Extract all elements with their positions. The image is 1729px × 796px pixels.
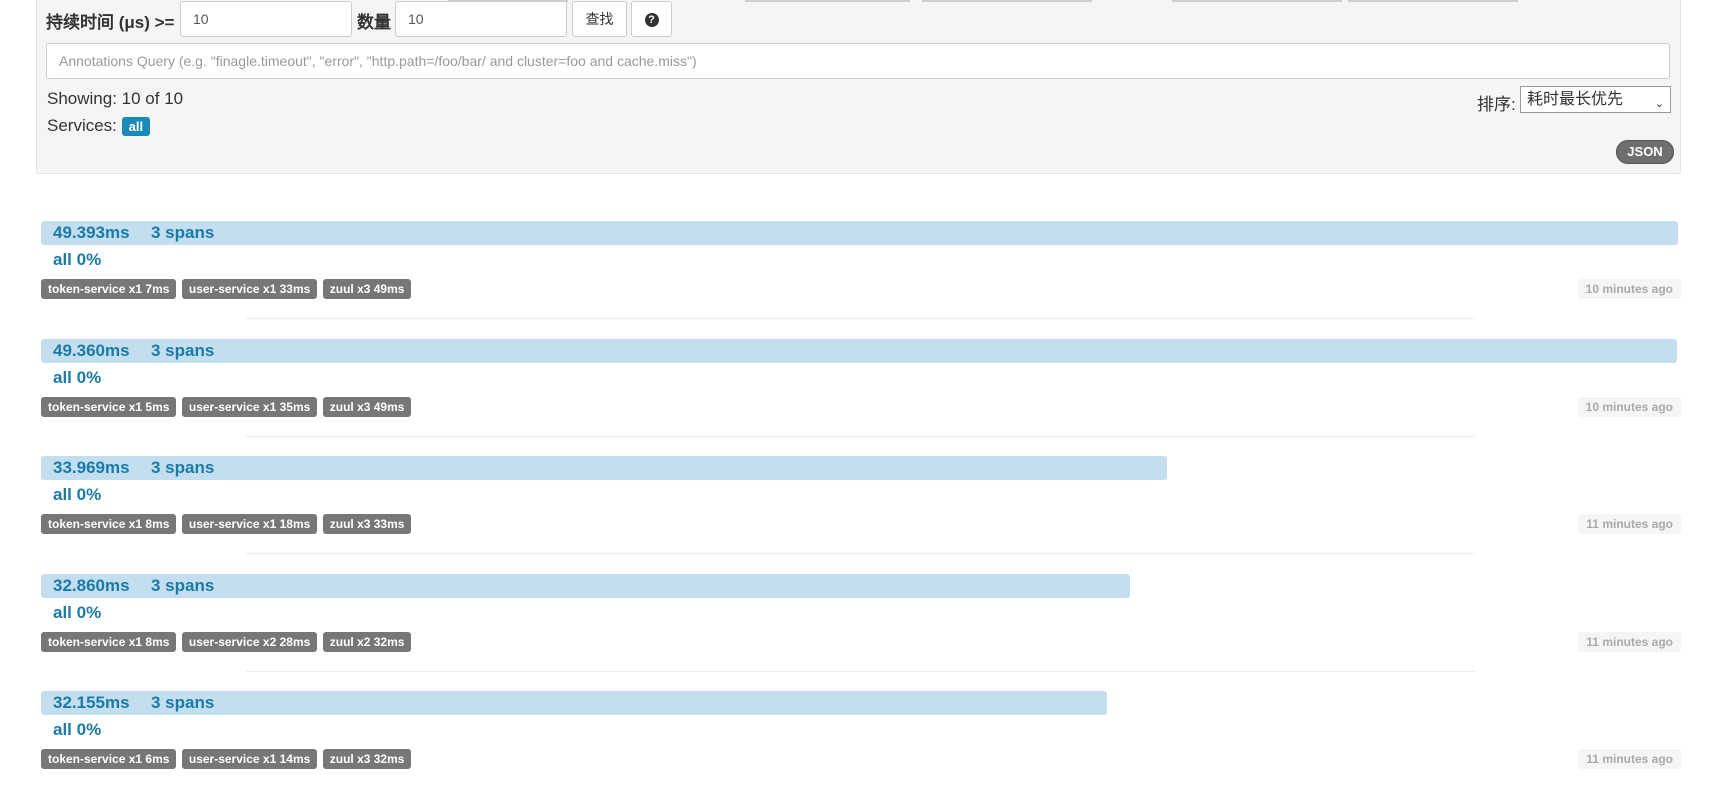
trace-timestamp: 11 minutes ago: [1578, 632, 1681, 652]
trace-service-percentage: all 0%: [53, 368, 102, 387]
trace-duration: 49.360ms: [53, 341, 130, 360]
trace-timestamp: 11 minutes ago: [1578, 749, 1681, 769]
duration-label: 持续时间 (μs) >=: [46, 13, 175, 32]
trace-service-percentage: all 0%: [53, 485, 102, 504]
sort-selected-value: 耗时最长优先: [1527, 91, 1624, 108]
service-duration-badge: user-service x1 33ms: [181, 279, 318, 299]
duration-input[interactable]: 10: [180, 1, 352, 37]
service-duration-badge: token-service x1 5ms: [41, 397, 177, 417]
clipped-control: [922, 0, 1092, 2]
duration-bar: [41, 221, 1678, 245]
trace-service-percentage: all 0%: [53, 720, 102, 739]
service-duration-badge: zuul x3 33ms: [322, 514, 412, 534]
service-badges: token-service x1 5ms user-service x1 35m…: [41, 397, 412, 417]
trace-duration: 33.969ms: [53, 458, 130, 477]
trace-service-percentage: all 0%: [53, 250, 102, 269]
clipped-control: [1348, 0, 1518, 2]
service-duration-badge: user-service x1 35ms: [181, 397, 318, 417]
service-duration-badge: token-service x1 8ms: [41, 632, 177, 652]
trace-timestamp: 11 minutes ago: [1578, 514, 1681, 534]
trace-timestamp: 10 minutes ago: [1577, 279, 1681, 299]
trace-row[interactable]: 33.969ms 3 spans all 0% token-service x1 8m…: [41, 456, 1681, 561]
annotations-query-input[interactable]: [46, 43, 1670, 79]
trace-row[interactable]: 49.360ms 3 spans all 0% token-service x1 5m…: [41, 339, 1681, 444]
help-button[interactable]: ?: [631, 1, 672, 37]
duration-bar: [41, 339, 1677, 363]
service-duration-badge: token-service x1 7ms: [41, 279, 177, 299]
clipped-control: [745, 0, 910, 2]
service-badges: token-service x1 8ms user-service x1 18m…: [41, 514, 412, 534]
row-divider: [246, 553, 1476, 554]
trace-timestamp: 10 minutes ago: [1577, 397, 1681, 417]
service-badges: token-service x1 8ms user-service x2 28m…: [41, 632, 412, 652]
service-duration-badge: zuul x2 32ms: [322, 632, 412, 652]
clipped-control: [1172, 0, 1342, 2]
chevron-down-icon: ⌄: [1654, 98, 1664, 110]
trace-span-count: 3 spans: [151, 458, 215, 477]
trace-row[interactable]: 32.155ms 3 spans all 0% token-service x1 6m…: [41, 691, 1681, 796]
service-duration-badge: zuul x3 32ms: [322, 749, 412, 769]
services-label: Services:: [47, 116, 117, 135]
trace-span-count: 3 spans: [151, 223, 215, 242]
service-duration-badge: zuul x3 49ms: [322, 279, 412, 299]
find-button[interactable]: 查找: [572, 1, 627, 37]
trace-row[interactable]: 49.393ms 3 spans all 0% token-service x1 7m…: [41, 221, 1681, 326]
service-badges: token-service x1 7ms user-service x1 33m…: [41, 279, 412, 299]
question-circle-icon: ?: [644, 13, 659, 28]
row-divider: [246, 436, 1476, 437]
trace-duration: 32.860ms: [53, 576, 130, 595]
service-duration-badge: user-service x1 18ms: [181, 514, 318, 534]
row-divider: [246, 671, 1476, 672]
service-duration-badge: zuul x3 49ms: [322, 397, 412, 417]
json-button[interactable]: JSON: [1616, 140, 1674, 164]
service-duration-badge: user-service x2 28ms: [181, 632, 318, 652]
service-duration-badge: token-service x1 8ms: [41, 514, 177, 534]
trace-duration: 49.393ms: [53, 223, 130, 242]
service-duration-badge: user-service x1 14ms: [181, 749, 318, 769]
sort-label: 排序:: [1477, 95, 1516, 114]
row-divider: [246, 318, 1476, 319]
trace-span-count: 3 spans: [151, 693, 215, 712]
limit-input[interactable]: 10: [395, 1, 567, 37]
trace-duration: 32.155ms: [53, 693, 130, 712]
service-badges: token-service x1 6ms user-service x1 14m…: [41, 749, 412, 769]
services-filter: Services: all: [47, 116, 151, 137]
trace-span-count: 3 spans: [151, 341, 215, 360]
showing-count: Showing: 10 of 10: [47, 89, 184, 108]
limit-label: 数量: [357, 13, 391, 32]
trace-span-count: 3 spans: [151, 576, 215, 595]
trace-row[interactable]: 32.860ms 3 spans all 0% token-service x1 8m…: [41, 574, 1681, 679]
sort-select[interactable]: 耗时最长优先 ⌄: [1520, 86, 1671, 113]
trace-service-percentage: all 0%: [53, 603, 102, 622]
service-badge-all[interactable]: all: [121, 117, 151, 137]
service-duration-badge: token-service x1 6ms: [41, 749, 177, 769]
